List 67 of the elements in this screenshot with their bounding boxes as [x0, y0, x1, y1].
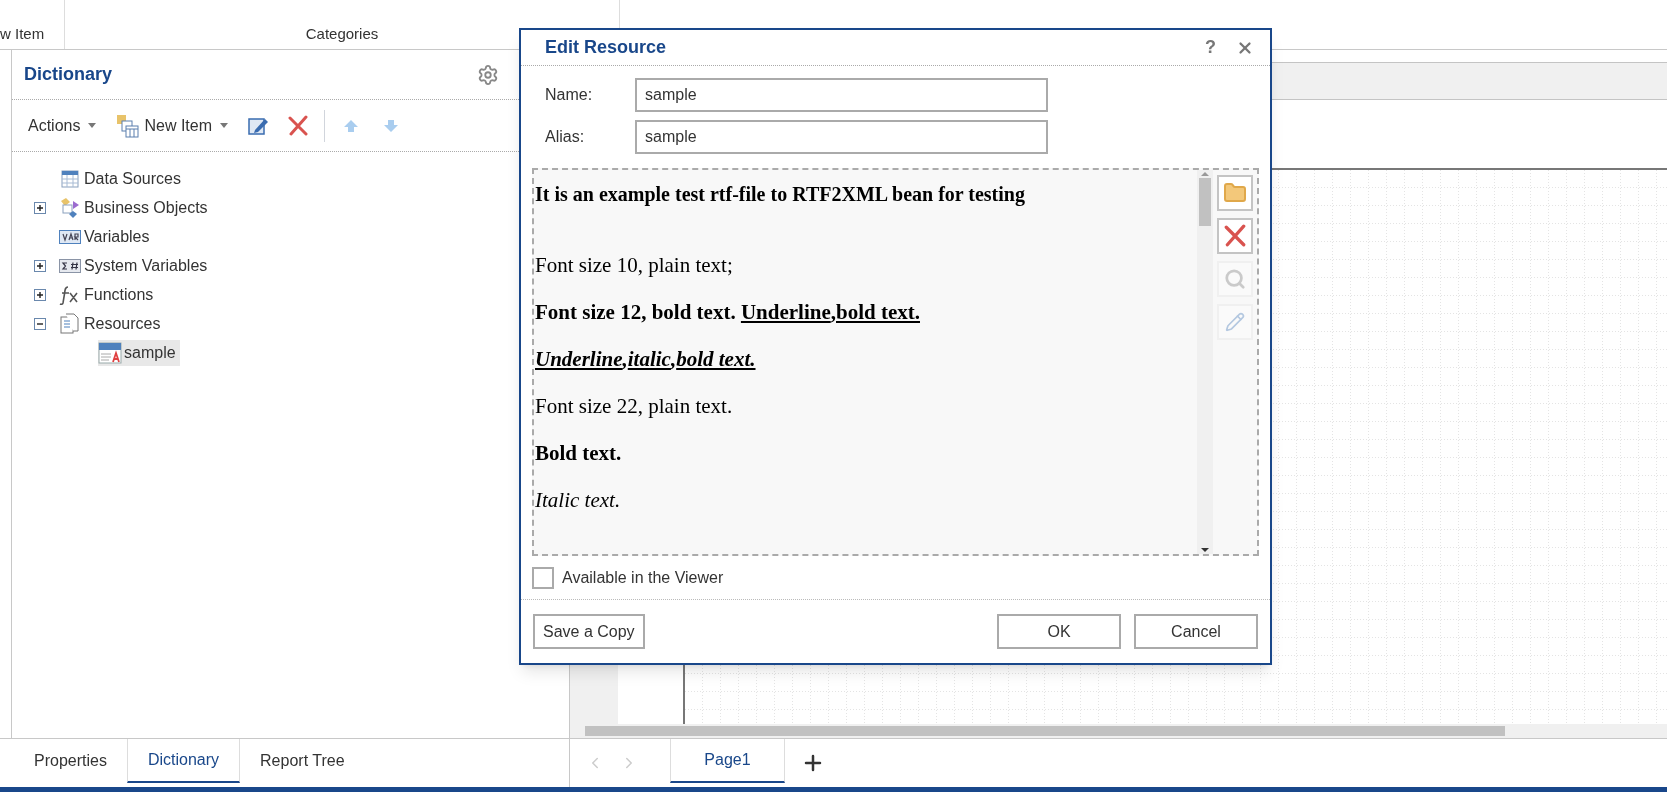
document-text: Bold text. — [535, 441, 622, 465]
panel-tab[interactable]: Properties — [14, 739, 127, 783]
dialog-button[interactable]: Save a Copy — [533, 614, 645, 649]
panel-tab[interactable]: Report Tree — [240, 739, 365, 783]
delete-file-button[interactable] — [1217, 218, 1253, 254]
ribbon-group-label: Categories — [305, 23, 379, 44]
document-text: , — [670, 347, 677, 371]
caret-icon — [88, 123, 97, 128]
folder-icon — [1223, 181, 1247, 205]
document-text: , — [622, 347, 628, 371]
field-label: Alias: — [545, 127, 586, 147]
dialog-button[interactable]: OK — [997, 614, 1121, 649]
rtf-file-icon — [98, 341, 122, 364]
document-text: bold text. — [836, 300, 920, 324]
tree-item[interactable]: Functions — [58, 281, 158, 308]
open-file-button[interactable] — [1217, 175, 1253, 211]
field-label: Name: — [545, 85, 594, 105]
document-text: Font size 22, plain text. — [535, 394, 733, 418]
arrow-down-icon — [383, 118, 400, 133]
document-text: bold text. — [676, 347, 756, 371]
delete-icon — [1223, 224, 1247, 248]
expand-icon[interactable] — [34, 201, 46, 214]
tree-item[interactable]: Variables — [58, 223, 154, 250]
tree-item[interactable]: Business Objects — [58, 194, 212, 221]
panel-tab[interactable]: Dictionary — [126, 739, 241, 783]
collapse-icon[interactable] — [34, 317, 46, 330]
horizontal-scrollbar[interactable] — [570, 724, 1667, 738]
checkbox[interactable] — [532, 566, 554, 589]
text-field[interactable]: sample — [635, 78, 1048, 112]
scroll-down-icon[interactable] — [1201, 546, 1209, 554]
function-icon — [59, 284, 81, 305]
document-text: Font size 10, plain text; — [535, 253, 733, 277]
caret-icon — [220, 123, 229, 128]
settings-icon[interactable] — [477, 63, 499, 86]
tree-item[interactable]: sample — [98, 339, 180, 366]
dialog-title: Edit Resource — [545, 36, 667, 59]
help-button[interactable]: ? — [1205, 34, 1216, 61]
dialog-button[interactable]: Cancel — [1134, 614, 1258, 649]
tree-item[interactable]: Data Sources — [58, 165, 185, 192]
text-field[interactable]: sample — [635, 120, 1048, 154]
expand-icon[interactable] — [34, 288, 46, 301]
business-objects-icon — [59, 196, 81, 219]
system-variable-icon — [59, 258, 81, 273]
page-tab[interactable]: Page1 — [670, 739, 785, 783]
variable-icon — [59, 229, 81, 244]
panel-title: Dictionary — [24, 63, 113, 86]
expand-icon[interactable] — [34, 259, 46, 272]
document-text: It is an example test rtf-file to RTF2XML bean for testing — [535, 183, 1025, 205]
document-text: , — [830, 300, 836, 324]
vertical-scrollbar[interactable] — [1197, 170, 1213, 554]
new-item-icon — [116, 113, 141, 138]
checkbox-label: Available in the Viewer — [562, 567, 724, 588]
search-icon — [1224, 268, 1246, 290]
toolbar-menu-button[interactable]: New Item — [108, 109, 237, 142]
tree-item[interactable]: Resources — [58, 310, 165, 337]
document-text: Italic text. — [535, 488, 621, 512]
document-text: Font size 12, bold text. — [535, 300, 737, 324]
delete-icon — [287, 114, 310, 137]
documents-icon — [60, 312, 80, 335]
pencil-icon — [1225, 312, 1245, 332]
toolbar-menu-button[interactable]: Actions — [20, 109, 105, 142]
table-icon — [61, 169, 79, 188]
document-text: Underline — [740, 300, 831, 324]
arrow-up-icon — [343, 118, 360, 133]
ribbon-label: w Item — [0, 23, 45, 44]
scrollbar-thumb[interactable] — [1199, 178, 1211, 226]
tree-item[interactable]: System Variables — [58, 252, 212, 279]
